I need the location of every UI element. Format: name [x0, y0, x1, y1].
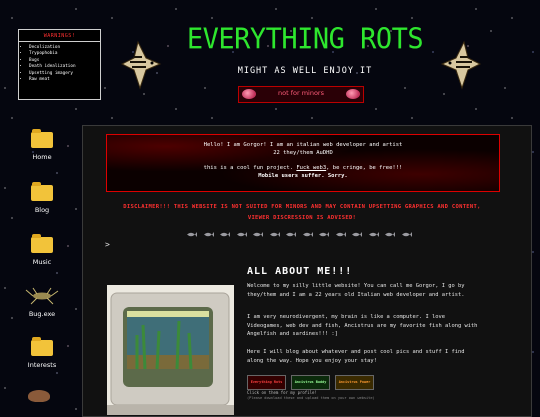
disclaimer: DISCLAIMER!!! THIS WEBSITE IS NOT SUITED… — [123, 204, 481, 221]
fuck-web3-link[interactable]: Fuck web3 — [296, 165, 326, 171]
sidebar-item-label: Music — [32, 258, 52, 266]
monitor-aquarium-image — [107, 285, 234, 415]
bug-icon — [25, 287, 59, 305]
mobile-warning: Mobile users suffer. Sorry. — [258, 173, 348, 179]
folder-icon — [31, 234, 53, 253]
warnings-box: WARNINGS! Decolization Trypophobia Bugs … — [18, 29, 101, 100]
about-photo — [107, 285, 234, 415]
intro-line: 22 they/them AuDHD — [273, 150, 333, 156]
mushroom-icon — [28, 390, 50, 402]
everything-rots-button[interactable]: Everything Rots — [247, 375, 286, 390]
sidebar-item-label: Interests — [27, 361, 57, 369]
not-for-minors-badge: not for minors — [238, 86, 364, 103]
mini-fish-icon — [385, 232, 395, 237]
intro-line: this is a cool fun project. Fuck web3, b… — [107, 164, 499, 172]
sidebar-item-home[interactable]: Home — [18, 129, 66, 161]
tagline: MIGHT AS WELL ENJOY IT — [237, 66, 373, 76]
mini-fish-icon — [253, 232, 263, 237]
warning-item: Raw meat — [29, 77, 100, 83]
mini-fish-icon — [286, 232, 296, 237]
mini-fish-icon — [302, 232, 313, 237]
warnings-list: Decolization Trypophobia Bugs Death idea… — [19, 45, 100, 83]
intro-text: , be cringe, be free!!! — [326, 165, 403, 171]
arrow-text: > — [105, 240, 110, 249]
mini-fish-icon — [269, 232, 280, 237]
mini-fish-icon — [220, 232, 230, 237]
about-paragraph: I am very neurodivergent, my brain is li… — [247, 314, 478, 337]
brain-icon — [346, 89, 360, 99]
buttons-caption: Click on them for my profile! — [247, 390, 317, 395]
about-paragraph: Welcome to my silly little website! You … — [247, 283, 465, 298]
about-paragraph: Here I will blog about whatever and post… — [247, 349, 465, 364]
sidebar-item-bug[interactable]: Bug.exe — [18, 287, 66, 318]
mini-fish-icon — [236, 232, 247, 237]
fish-divider — [186, 230, 418, 240]
sidebar-item-label: Home — [32, 153, 52, 161]
mini-fish-icon — [203, 232, 214, 237]
sidebar-item-label: Blog — [34, 206, 50, 214]
sidebar-item-music[interactable]: Music — [18, 234, 66, 266]
warnings-title: WARNINGS! — [43, 33, 76, 39]
sidebar-item-interests[interactable]: Interests — [18, 337, 66, 369]
ancistrus-buddy-button[interactable]: Ancistrus Buddy — [291, 375, 330, 390]
ancistrus-power-button[interactable]: Ancistrus Power — [335, 375, 374, 390]
mini-fish-icon — [187, 232, 197, 237]
sidebar-item-label: Bug.exe — [28, 310, 56, 318]
badge-label: not for minors — [277, 89, 324, 97]
site-title: EVERYTHING ROTS — [186, 23, 424, 56]
folder-icon — [31, 182, 53, 201]
mini-fish-icon — [368, 232, 379, 237]
mini-fish-icon — [335, 232, 346, 237]
divider — [19, 41, 100, 42]
mini-fish-icon — [352, 232, 362, 237]
intro-line: Hello! I am Gorgor! I am an italian web … — [203, 142, 403, 148]
about-title: ALL ABOUT ME!!! — [247, 266, 353, 277]
buttons-note: (Please download these and upload them o… — [247, 396, 375, 400]
intro-box: Hello! I am Gorgor! I am an italian web … — [106, 134, 500, 192]
folder-icon — [31, 337, 53, 356]
sidebar-item-blog[interactable]: Blog — [18, 182, 66, 214]
intro-text: this is a cool fun project. — [203, 165, 297, 171]
mini-fish-icon — [319, 232, 329, 237]
folder-icon — [31, 129, 53, 148]
mini-fish-icon — [401, 232, 412, 237]
